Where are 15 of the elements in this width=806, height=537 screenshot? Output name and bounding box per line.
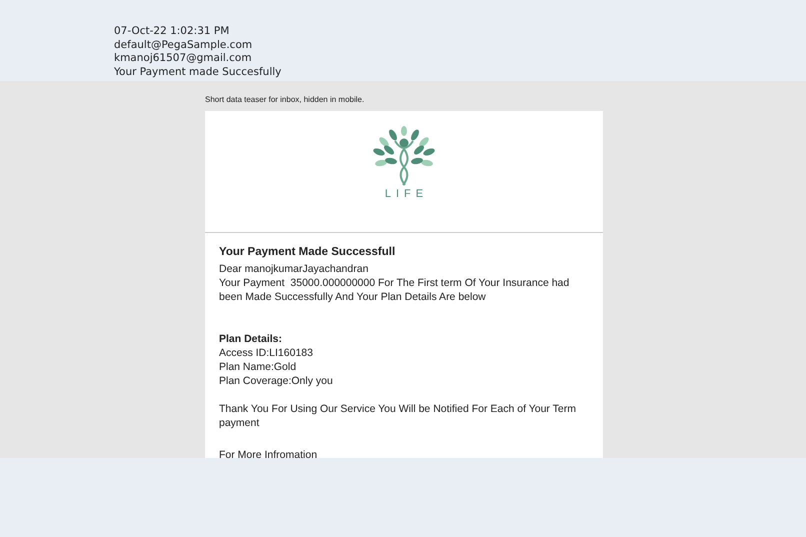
inbox-teaser: Short data teaser for inbox, hidden in mobile. bbox=[205, 94, 366, 106]
plan-detail-line: Plan Coverage:Only you bbox=[219, 374, 334, 388]
email-heading: Your Payment Made Successfull bbox=[219, 245, 396, 259]
greeting-text: Dear manojkumarJayachandran bbox=[219, 262, 370, 276]
email-date: 07-Oct-22 1:02:31 PM bbox=[114, 25, 230, 38]
plan-detail-line: Plan Name:Gold bbox=[219, 360, 298, 374]
thanks-message: Thank You For Using Our Service You Will be Notified For Each of Your Term payment bbox=[219, 402, 577, 430]
logo-wordmark: LIFE bbox=[384, 188, 428, 200]
more-information-text: For More Infromation bbox=[219, 448, 318, 458]
plan-details-heading: Plan Details: bbox=[219, 332, 284, 346]
email-subject: Your Payment made Succesfully bbox=[114, 66, 282, 79]
plan-detail-line: Access ID:LI160183 bbox=[219, 346, 314, 360]
sender-address: default@PegaSample.com bbox=[114, 38, 254, 52]
payment-message: Your Payment 35000.000000000 For The First term Of Your Insurance had been Made Successfully And Your Plan Details Are below bbox=[219, 276, 570, 304]
recipient-address: kmanoj61507@gmail.com bbox=[114, 52, 253, 66]
